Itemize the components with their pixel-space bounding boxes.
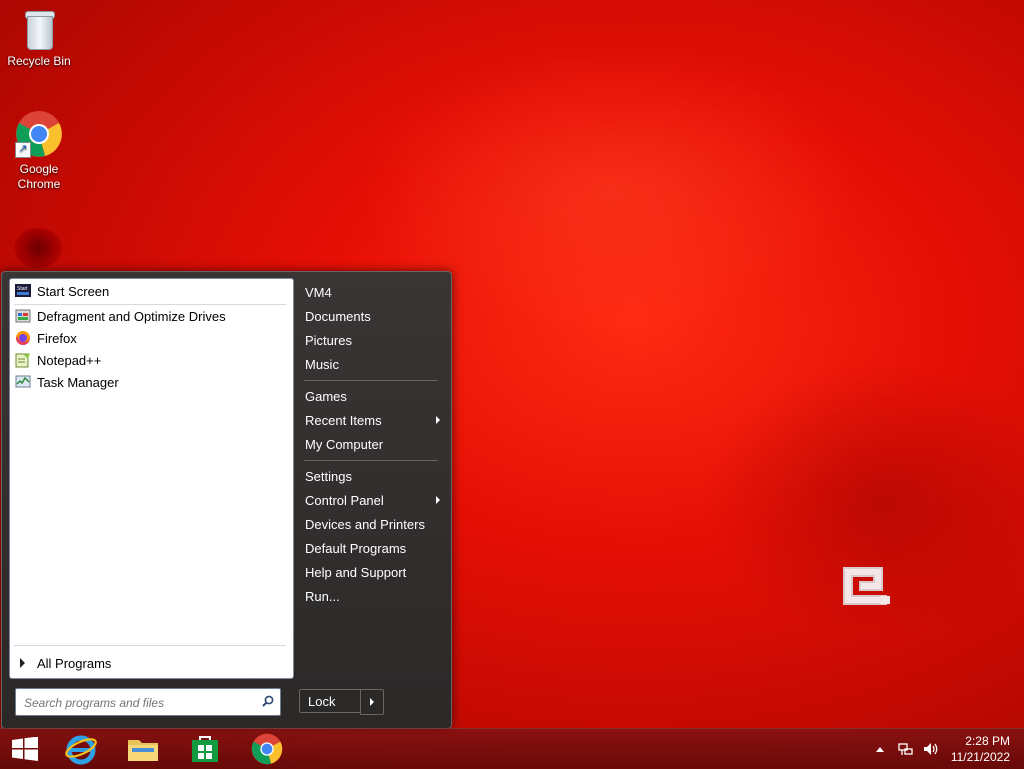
menu-item-help-support[interactable]: Help and Support bbox=[298, 561, 446, 583]
task-manager-icon bbox=[15, 374, 31, 390]
start-screen-icon: Start bbox=[15, 283, 31, 299]
taskbar: 2:28 PM 11/21/2022 bbox=[0, 728, 1024, 769]
menu-item-label: Devices and Printers bbox=[305, 516, 425, 532]
menu-item-documents[interactable]: Documents bbox=[298, 305, 446, 327]
desktop-icon-label: Recycle Bin bbox=[7, 54, 71, 68]
compaq-logo-icon bbox=[843, 567, 890, 605]
menu-item-label: Settings bbox=[305, 468, 352, 484]
program-defragment[interactable]: Defragment and Optimize Drives bbox=[13, 306, 289, 326]
lock-button[interactable]: Lock bbox=[299, 689, 360, 713]
menu-divider bbox=[304, 380, 438, 381]
program-label: Start Screen bbox=[37, 283, 110, 299]
search-icon[interactable] bbox=[262, 695, 274, 707]
submenu-arrow-icon bbox=[436, 416, 440, 424]
program-label: Notepad++ bbox=[37, 352, 102, 368]
chrome-icon: ↗ bbox=[15, 110, 63, 158]
clock-time: 2:28 PM bbox=[965, 734, 1010, 748]
menu-item-pictures[interactable]: Pictures bbox=[298, 329, 446, 351]
shortcut-arrow-icon: ↗ bbox=[15, 142, 31, 158]
firefox-icon bbox=[15, 330, 31, 346]
all-programs-label: All Programs bbox=[37, 655, 112, 671]
notepadpp-icon bbox=[15, 352, 31, 368]
taskbar-chrome[interactable] bbox=[242, 731, 292, 767]
menu-item-label: Control Panel bbox=[305, 492, 384, 508]
all-programs-divider bbox=[14, 645, 286, 646]
menu-item-recent-items[interactable]: Recent Items bbox=[298, 409, 446, 431]
menu-divider bbox=[304, 460, 438, 461]
menu-item-settings[interactable]: Settings bbox=[298, 465, 446, 487]
chrome-icon bbox=[251, 733, 283, 765]
menu-item-default-programs[interactable]: Default Programs bbox=[298, 537, 446, 559]
desktop-icon-label: Google Chrome bbox=[17, 162, 61, 191]
svg-text:Start: Start bbox=[17, 286, 28, 292]
submenu-arrow-icon bbox=[436, 496, 440, 504]
desktop-icon-partial[interactable] bbox=[14, 228, 62, 268]
program-notepadpp[interactable]: Notepad++ bbox=[13, 350, 289, 370]
menu-item-vm4[interactable]: VM4 bbox=[298, 281, 446, 303]
network-icon[interactable] bbox=[898, 741, 914, 757]
lock-label: Lock bbox=[308, 693, 336, 709]
power-arrow-icon bbox=[370, 698, 374, 706]
menu-item-label: VM4 bbox=[305, 284, 332, 300]
program-label: Defragment and Optimize Drives bbox=[37, 308, 226, 324]
internet-explorer-icon bbox=[65, 735, 97, 765]
file-explorer-icon bbox=[128, 740, 158, 761]
taskbar-store[interactable] bbox=[180, 731, 230, 767]
defrag-icon bbox=[15, 308, 31, 324]
menu-item-my-computer[interactable]: My Computer bbox=[298, 433, 446, 455]
search-input[interactable] bbox=[22, 693, 256, 713]
search-box[interactable] bbox=[15, 688, 281, 716]
volume-icon[interactable] bbox=[922, 741, 940, 757]
menu-item-label: Documents bbox=[305, 308, 371, 324]
menu-item-label: Default Programs bbox=[305, 540, 407, 556]
program-task-manager[interactable]: Task Manager bbox=[13, 372, 289, 392]
menu-item-music[interactable]: Music bbox=[298, 353, 446, 375]
menu-item-label: My Computer bbox=[305, 436, 384, 452]
programs-pane: Start Start Screen Defragment and Optimi… bbox=[9, 278, 294, 679]
all-programs-button[interactable]: All Programs bbox=[20, 653, 111, 673]
expand-arrow-icon bbox=[20, 658, 25, 668]
menu-item-control-panel[interactable]: Control Panel bbox=[298, 489, 446, 511]
desktop-icon-recycle-bin[interactable]: Recycle Bin bbox=[1, 8, 77, 69]
programs-divider bbox=[14, 304, 286, 305]
menu-item-run[interactable]: Run... bbox=[298, 585, 446, 607]
taskbar-internet-explorer[interactable] bbox=[56, 731, 106, 767]
menu-item-label: Music bbox=[305, 356, 339, 372]
start-menu: Start Start Screen Defragment and Optimi… bbox=[1, 271, 452, 729]
recycle-bin-icon bbox=[22, 8, 56, 50]
taskbar-clock[interactable]: 2:28 PM 11/21/2022 bbox=[951, 733, 1010, 765]
store-icon bbox=[192, 736, 218, 762]
clock-date: 11/21/2022 bbox=[950, 750, 1010, 764]
windows-start-icon bbox=[12, 737, 38, 761]
menu-item-label: Pictures bbox=[305, 332, 352, 348]
system-tray bbox=[876, 729, 940, 769]
menu-item-label: Run... bbox=[305, 588, 340, 604]
power-options-button[interactable] bbox=[360, 689, 384, 715]
menu-item-label: Help and Support bbox=[305, 564, 407, 580]
menu-item-label: Recent Items bbox=[305, 412, 382, 428]
program-label: Firefox bbox=[37, 330, 77, 346]
desktop-icon-google-chrome[interactable]: ↗ Google Chrome bbox=[1, 110, 77, 192]
show-hidden-icons-icon[interactable] bbox=[876, 746, 884, 752]
menu-item-label: Games bbox=[305, 388, 347, 404]
program-start-screen[interactable]: Start Start Screen bbox=[13, 281, 289, 301]
menu-item-devices-printers[interactable]: Devices and Printers bbox=[298, 513, 446, 535]
start-button[interactable] bbox=[0, 731, 50, 767]
program-firefox[interactable]: Firefox bbox=[13, 328, 289, 348]
menu-item-games[interactable]: Games bbox=[298, 385, 446, 407]
program-label: Task Manager bbox=[37, 374, 119, 390]
taskbar-file-explorer[interactable] bbox=[118, 731, 168, 767]
